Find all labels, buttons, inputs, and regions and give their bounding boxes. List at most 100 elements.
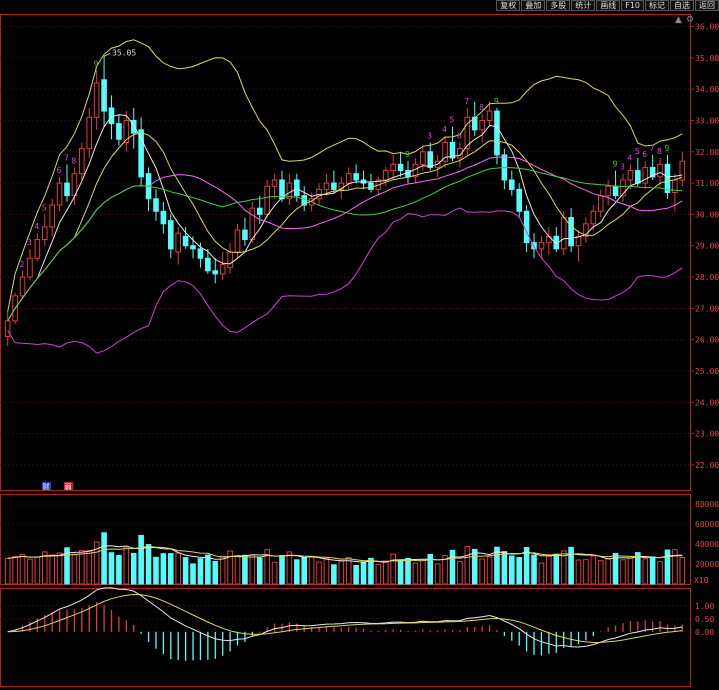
candle-up [679,160,686,181]
volume-bar [508,555,515,585]
candle-down [242,229,248,240]
candle-down [523,210,530,244]
volume-bar [212,560,219,585]
volume-bar [375,564,382,585]
price-tick-label: 36.00 [695,23,719,32]
count-digit: 9 [613,160,618,169]
tag-label: 财 [43,482,50,491]
volume-bar [338,560,345,585]
macd-dif-line [7,587,683,648]
volume-bar [583,559,589,585]
volume-bar [397,560,404,585]
candle-up [657,163,663,178]
candle-up [34,238,41,259]
volume-bar [353,565,359,585]
candle-up [93,82,100,118]
volume-bar [434,563,441,585]
boll-lower-line [7,207,683,354]
up-arrow-icon: ▲ [675,15,682,25]
count-digit: 9 [94,59,99,68]
volume-bar [279,555,285,585]
count-digit: 3 [620,163,625,172]
candle-up [264,185,270,215]
volume-bar [420,559,426,585]
settings-icon: ⚙ [686,15,694,25]
candle-down [190,245,196,250]
price-tick-label: 31.00 [695,179,719,188]
volume-bar [323,558,330,585]
candle-up [271,179,278,187]
candle-down [153,198,159,212]
candle-down [612,185,619,197]
volume-tick-label: 20000 [695,560,719,569]
volume-tick-label: 80000 [695,500,719,509]
volume-tick-label: 60000 [695,520,719,529]
volume-bar [679,557,686,585]
count-digit: 5 [449,116,454,125]
candle-up [79,148,85,175]
volume-bar [197,558,204,585]
candle-up [41,226,48,240]
price-tick-label: 29.00 [695,242,719,251]
volume-bar [390,553,396,585]
ma10-line [7,132,683,322]
price-tick-label: 25.00 [695,367,719,376]
volume-bar [301,557,308,585]
volume-bar [672,549,678,585]
count-digit: 7 [650,144,655,153]
count-digit: 9 [494,97,499,106]
volume-bar [249,554,256,585]
count-digit: 3 [27,238,32,247]
candle-down [205,257,211,272]
candle-up [420,151,426,165]
candle-down [167,220,174,250]
candle-up [390,163,396,172]
volume-tick-label: 40000 [695,540,719,549]
candle-up [627,170,634,181]
volume-bar [145,544,152,585]
candle-up [4,320,11,338]
candle-down [508,179,515,190]
tag-label: 弱 [65,483,72,491]
candle-up [479,119,485,131]
macd-tick-label: 0.50 [695,615,714,624]
count-digit: 6 [642,150,647,159]
volume-bar [167,553,174,585]
candle-down [160,210,167,225]
macd-tick-label: 0.00 [695,628,714,637]
candle-up [86,116,93,150]
price-tick-label: 22.00 [695,461,719,470]
price-tick-label: 33.00 [695,116,719,125]
volume-bar [382,560,389,585]
count-digit: 5 [42,203,47,212]
volume-bar [516,557,523,585]
volume-bar [345,557,352,585]
volume-bar [234,555,241,585]
count-digit: 6 [57,166,62,175]
volume-bar [130,552,137,585]
count-digit: 6 [457,131,462,140]
volume-bar [449,549,456,585]
volume-bar [464,546,471,585]
price-tick-label: 24.00 [695,398,719,407]
count-digit: 8 [657,147,662,156]
volume-bar [12,555,18,585]
volume-bar [457,560,463,585]
volume-bar [190,563,196,585]
candle-down [64,182,70,197]
volume-bar [649,556,656,585]
count-digit: 4 [34,222,39,231]
candle-up [605,185,611,197]
volume-bar [101,532,107,585]
price-tick-label: 23.00 [695,430,719,439]
volume-bar [27,558,33,585]
candle-down [368,182,374,190]
volume-bar [4,557,11,585]
candle-up [560,217,567,250]
volume-bar [597,560,604,585]
volume-bar [360,561,367,585]
price-tick-label: 30.00 [695,210,719,219]
candle-down [197,248,204,259]
volume-bar [642,558,649,585]
volume-bar [182,557,189,585]
